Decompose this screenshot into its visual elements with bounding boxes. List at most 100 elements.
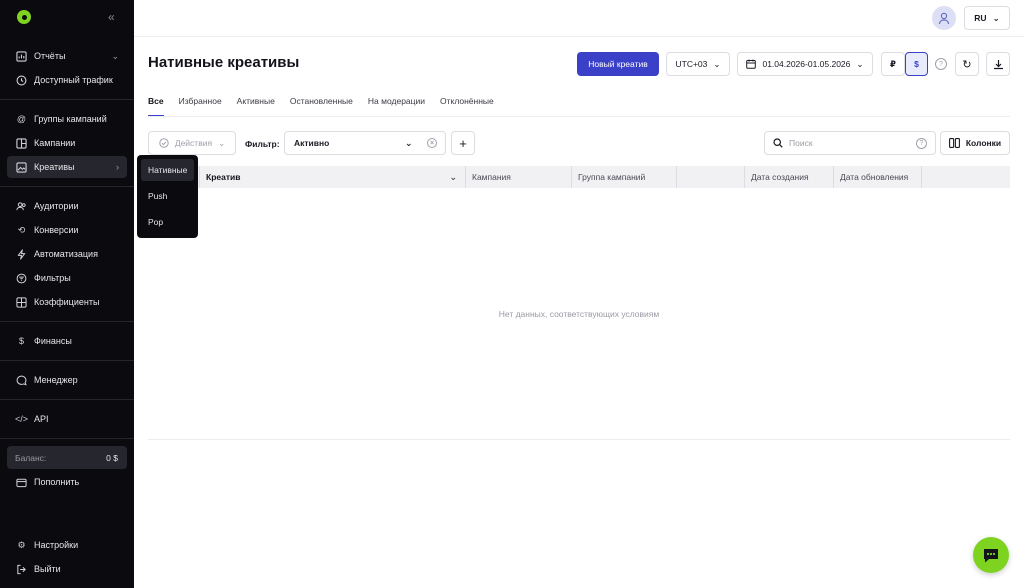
at-icon: @ [16,114,27,124]
sidebar-item-logout[interactable]: Выйти [7,558,127,580]
sidebar-item-label: Настройки [34,540,79,550]
sidebar-item-campaigns[interactable]: Кампании [7,132,127,154]
chat-icon [16,375,27,386]
collapse-sidebar-icon[interactable]: « [108,10,115,24]
sidebar-item-label: Аудитории [34,201,79,211]
image-icon [16,161,27,173]
submenu-item-pop[interactable]: Pop [141,211,194,233]
tab-moderation[interactable]: На модерации [368,96,425,117]
date-range-picker[interactable]: 01.04.2026-01.05.2026 ⌄ [737,52,873,76]
timezone-value: UTC+03 [675,59,708,69]
divider [0,99,134,100]
tab-active[interactable]: Активные [237,96,275,117]
submenu-item-push[interactable]: Push [141,185,194,207]
status-tabs: Все Избранное Активные Остановленные На … [148,96,494,117]
column-header-blank [677,166,745,188]
tab-rejected[interactable]: Отклонённые [440,96,494,117]
refresh-button[interactable]: ↻ [955,52,979,76]
chat-bubble-icon [984,548,998,562]
divider [0,321,134,322]
tab-stopped[interactable]: Остановленные [290,96,353,117]
columns-icon [948,138,960,148]
column-header-created[interactable]: Дата создания [745,166,834,188]
balance-label: Баланс: [15,452,47,463]
table-icon [16,296,27,308]
divider [0,360,134,361]
logout-icon [16,564,27,575]
empty-state-message: Нет данных, соответствующих условиям [498,309,660,319]
search-input[interactable] [789,138,909,148]
sidebar-item-manager[interactable]: Менеджер [7,369,127,391]
sidebar-item-label: API [34,414,49,424]
divider [0,438,134,439]
chevron-down-icon: ⌄ [218,137,226,148]
currency-usd-button[interactable]: $ [905,52,928,76]
sidebar-item-reports[interactable]: Отчёты ⌄ [7,45,127,67]
currency-rub-button[interactable]: ₽ [881,52,905,76]
sidebar-item-api[interactable]: </> API [7,408,127,430]
add-filter-button[interactable]: + [451,131,475,155]
search-help-icon[interactable]: ? [916,137,927,149]
sidebar: « Отчёты ⌄ Доступный трафик @ Группы кам… [0,0,134,588]
help-icon[interactable]: ? [935,58,947,70]
refresh-icon: ⟲ [17,224,26,235]
columns-label: Колонки [965,138,1002,148]
sidebar-item-label: Отчёты [34,51,66,61]
topup-label: Пополнить [34,477,80,487]
sidebar-item-label: Автоматизация [34,249,98,259]
filter-value: Активно [294,138,330,148]
column-header-updated[interactable]: Дата обновления [834,166,922,188]
language-select[interactable]: RU ⌄ [964,6,1010,30]
chevron-down-icon: ⌄ [713,58,721,69]
columns-button[interactable]: Колонки [940,131,1010,155]
chevron-down-icon: ⌄ [856,58,864,69]
user-icon [938,12,950,24]
divider [0,186,134,187]
tab-all[interactable]: Все [148,96,164,117]
download-button[interactable] [986,52,1010,76]
filter-select[interactable]: Активно ⌄ × [284,131,446,155]
clear-filter-icon[interactable]: × [427,138,437,148]
chevron-down-icon: ⌄ [992,12,1000,23]
sidebar-item-traffic[interactable]: Доступный трафик [7,69,127,91]
sidebar-item-label: Группы кампаний [34,114,107,124]
sidebar-item-filters[interactable]: Фильтры [7,267,127,289]
column-header-creative[interactable]: Креатив ⌄ [200,166,466,188]
timezone-select[interactable]: UTC+03 ⌄ [666,52,730,76]
actions-label: Действия [174,138,213,148]
code-icon: </> [15,414,29,424]
tab-favorites[interactable]: Избранное [179,96,222,117]
logo-icon[interactable] [17,10,31,24]
sidebar-item-settings[interactable]: ⚙ Настройки [7,534,127,556]
column-header-campaign[interactable]: Кампания [466,166,572,188]
support-chat-button[interactable] [973,537,1009,573]
topup-button[interactable]: Пополнить [7,471,127,493]
check-circle-icon [159,138,169,148]
sidebar-item-campaign-groups[interactable]: @ Группы кампаний [7,108,127,130]
filter-label: Фильтр: [245,139,280,149]
date-range-value: 01.04.2026-01.05.2026 [762,59,851,69]
bolt-icon [16,248,27,260]
clock-icon [16,75,27,86]
tabs-divider [148,116,1010,117]
sidebar-item-creatives[interactable]: Креативы › [7,156,127,178]
users-icon [16,201,27,212]
sidebar-item-audiences[interactable]: Аудитории [7,195,127,217]
new-creative-button[interactable]: Новый креатив [577,52,659,76]
search-icon [773,138,783,148]
language-value: RU [974,13,987,23]
sidebar-item-conversions[interactable]: ⟲ Конверсии [7,219,127,241]
actions-dropdown[interactable]: Действия ⌄ [148,131,236,155]
sidebar-item-finance[interactable]: $ Финансы [7,330,127,352]
column-header-campaign-group[interactable]: Группа кампаний [572,166,677,188]
avatar[interactable] [932,6,956,30]
column-label: Креатив [206,172,241,182]
sort-chevron-icon[interactable]: ⌄ [449,172,457,183]
balance-value: 0 $ [106,452,118,463]
sidebar-item-label: Креативы [34,162,75,172]
calendar-icon [746,59,757,69]
submenu-item-native[interactable]: Нативные [141,159,194,181]
sidebar-item-automation[interactable]: Автоматизация [7,243,127,265]
plus-icon: + [459,135,467,151]
sidebar-item-coefficients[interactable]: Коэффициенты [7,291,127,313]
